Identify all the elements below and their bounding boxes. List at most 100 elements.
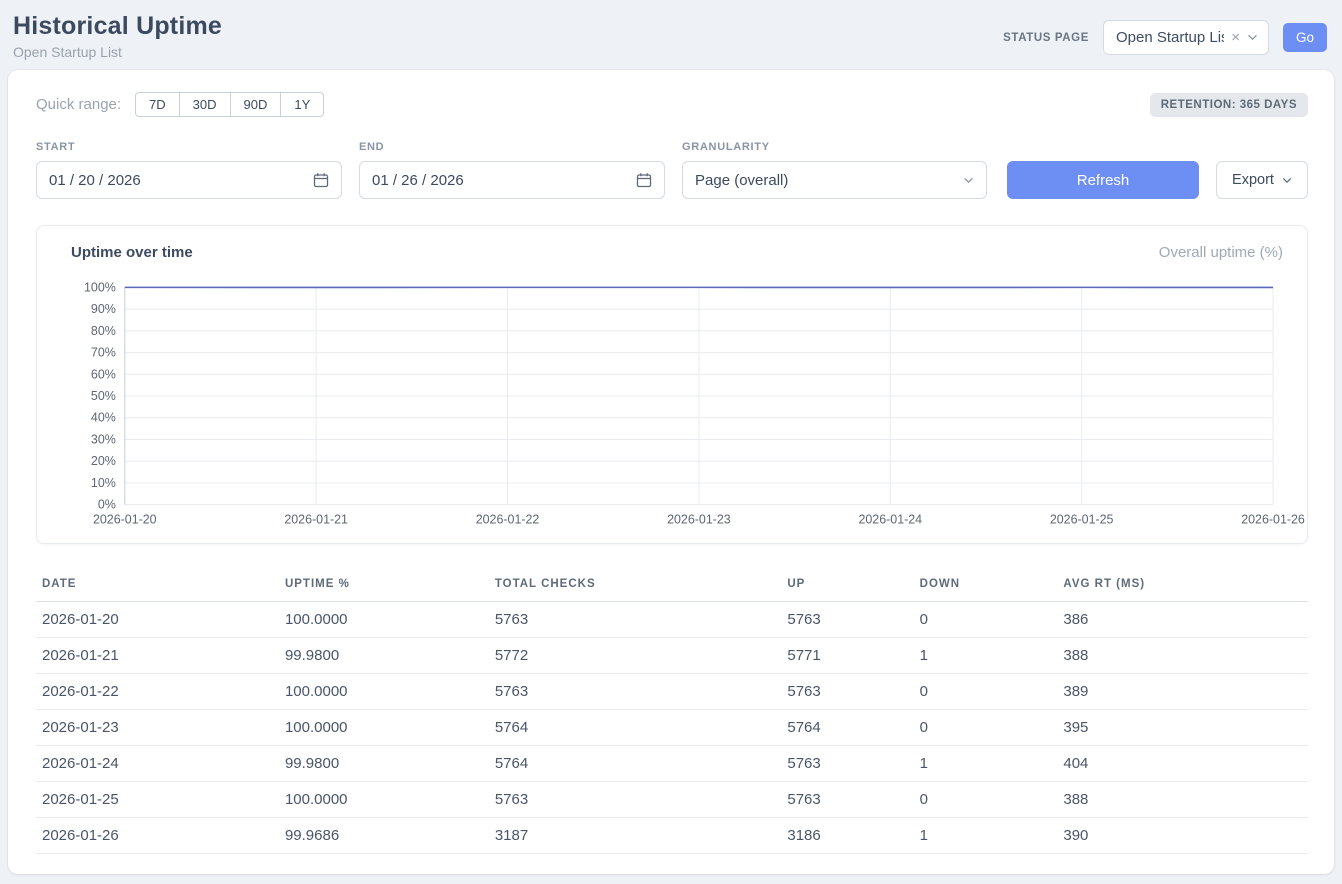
table-cell: 2026-01-26	[36, 818, 279, 854]
table-cell: 5763	[781, 746, 913, 782]
status-page-label: STATUS PAGE	[1003, 32, 1089, 44]
refresh-button[interactable]: Refresh	[1007, 161, 1199, 199]
export-button[interactable]: Export	[1216, 161, 1308, 199]
quick-range-group: 7D30D90D1Y	[135, 92, 324, 117]
table-cell: 0	[914, 602, 1058, 638]
table-row: 2026-01-22100.0000576357630389	[36, 674, 1308, 710]
svg-text:20%: 20%	[91, 454, 116, 468]
svg-text:2026-01-21: 2026-01-21	[284, 513, 348, 527]
table-cell: 100.0000	[279, 782, 489, 818]
status-page-select[interactable]: Open Startup List ×	[1103, 20, 1269, 55]
table-head: DATEUPTIME %TOTAL CHECKSUPDOWNAVG RT (MS…	[36, 568, 1308, 602]
table-cell: 2026-01-25	[36, 782, 279, 818]
svg-text:40%: 40%	[91, 411, 116, 425]
table-cell: 386	[1057, 602, 1308, 638]
chart-title: Uptime over time	[71, 244, 193, 261]
svg-text:80%: 80%	[91, 324, 116, 338]
quick-range-7d[interactable]: 7D	[135, 92, 180, 117]
svg-text:100%: 100%	[84, 280, 116, 294]
end-date-input[interactable]: 01 / 26 / 2026	[359, 161, 665, 199]
table-body: 2026-01-20100.00005763576303862026-01-21…	[36, 602, 1308, 854]
svg-text:2026-01-22: 2026-01-22	[476, 513, 540, 527]
granularity-select[interactable]: Page (overall)	[682, 161, 987, 199]
table-cell: 390	[1057, 818, 1308, 854]
table-header-cell: AVG RT (MS)	[1057, 568, 1308, 602]
page-header: Historical Uptime Open Startup List STAT…	[0, 0, 1342, 70]
svg-text:10%: 10%	[91, 476, 116, 490]
table-header-cell: UP	[781, 568, 913, 602]
table-cell: 389	[1057, 674, 1308, 710]
calendar-icon[interactable]	[636, 172, 652, 188]
chart-legend: Overall uptime (%)	[1159, 244, 1283, 261]
table-cell: 5772	[489, 638, 782, 674]
table-cell: 99.9686	[279, 818, 489, 854]
start-date-field: START 01 / 20 / 2026	[36, 141, 342, 199]
table-header-cell: UPTIME %	[279, 568, 489, 602]
table-row: 2026-01-2499.9800576457631404	[36, 746, 1308, 782]
filter-fields-row: START 01 / 20 / 2026 END 01 / 26 / 2026	[36, 141, 1308, 199]
table-cell: 5763	[781, 674, 913, 710]
table-cell: 388	[1057, 638, 1308, 674]
table-cell: 100.0000	[279, 602, 489, 638]
table-cell: 2026-01-22	[36, 674, 279, 710]
granularity-label: GRANULARITY	[682, 141, 990, 153]
svg-text:2026-01-24: 2026-01-24	[858, 513, 922, 527]
table-row: 2026-01-2699.9686318731861390	[36, 818, 1308, 854]
table-cell: 0	[914, 782, 1058, 818]
chart-axis-labels: 100%90%80%70%60%50%40%30%20%10%0%2026-01…	[84, 280, 1305, 526]
header-controls: STATUS PAGE Open Startup List × Go	[1003, 20, 1327, 55]
table-header-row: DATEUPTIME %TOTAL CHECKSUPDOWNAVG RT (MS…	[36, 568, 1308, 602]
table-cell: 0	[914, 674, 1058, 710]
table-cell: 99.9800	[279, 638, 489, 674]
start-date-input[interactable]: 01 / 20 / 2026	[36, 161, 342, 199]
uptime-table: DATEUPTIME %TOTAL CHECKSUPDOWNAVG RT (MS…	[36, 568, 1308, 854]
table-cell: 5763	[489, 602, 782, 638]
table-header-cell: DOWN	[914, 568, 1058, 602]
table-cell: 5763	[489, 782, 782, 818]
table-cell: 5763	[781, 782, 913, 818]
quick-range-1y[interactable]: 1Y	[280, 92, 324, 117]
quick-range-30d[interactable]: 30D	[179, 92, 231, 117]
retention-badge: RETENTION: 365 DAYS	[1150, 93, 1308, 117]
quick-range-label: Quick range:	[36, 96, 121, 113]
svg-text:2026-01-26: 2026-01-26	[1241, 513, 1305, 527]
page-subtitle: Open Startup List	[13, 44, 222, 60]
table-cell: 5771	[781, 638, 913, 674]
quick-range-section: Quick range: 7D30D90D1Y	[36, 92, 324, 117]
table-cell: 388	[1057, 782, 1308, 818]
table-cell: 99.9800	[279, 746, 489, 782]
svg-text:2026-01-25: 2026-01-25	[1050, 513, 1114, 527]
table-cell: 0	[914, 710, 1058, 746]
end-date-field: END 01 / 26 / 2026	[359, 141, 665, 199]
uptime-chart-svg: 100%90%80%70%60%50%40%30%20%10%0%2026-01…	[59, 275, 1285, 531]
svg-text:90%: 90%	[91, 302, 116, 316]
chart-gridlines	[125, 287, 1273, 504]
start-date-label: START	[36, 141, 342, 153]
svg-text:2026-01-23: 2026-01-23	[667, 513, 731, 527]
granularity-field: GRANULARITY Page (overall)	[682, 141, 990, 199]
chevron-down-icon	[1282, 177, 1292, 184]
go-button[interactable]: Go	[1283, 23, 1327, 52]
svg-text:70%: 70%	[91, 346, 116, 360]
chevron-down-icon	[1247, 34, 1258, 41]
clear-selection-icon[interactable]: ×	[1231, 30, 1240, 45]
quick-range-90d[interactable]: 90D	[230, 92, 282, 117]
table-cell: 3187	[489, 818, 782, 854]
table-cell: 2026-01-24	[36, 746, 279, 782]
table-cell: 1	[914, 638, 1058, 674]
granularity-selected-value: Page (overall)	[695, 172, 788, 189]
table-cell: 2026-01-20	[36, 602, 279, 638]
table-row: 2026-01-25100.0000576357630388	[36, 782, 1308, 818]
table-cell: 5763	[489, 674, 782, 710]
table-row: 2026-01-20100.0000576357630386	[36, 602, 1308, 638]
uptime-chart-card: Uptime over time Overall uptime (%) 100%…	[36, 225, 1308, 544]
calendar-icon[interactable]	[313, 172, 329, 188]
header-titles: Historical Uptime Open Startup List	[13, 12, 222, 60]
chart-header: Uptime over time Overall uptime (%)	[59, 244, 1285, 275]
end-date-label: END	[359, 141, 665, 153]
table-row: 2026-01-23100.0000576457640395	[36, 710, 1308, 746]
table-cell: 100.0000	[279, 674, 489, 710]
status-page-selected-value: Open Startup List	[1116, 29, 1224, 46]
table-cell: 5763	[781, 602, 913, 638]
table-cell: 3186	[781, 818, 913, 854]
